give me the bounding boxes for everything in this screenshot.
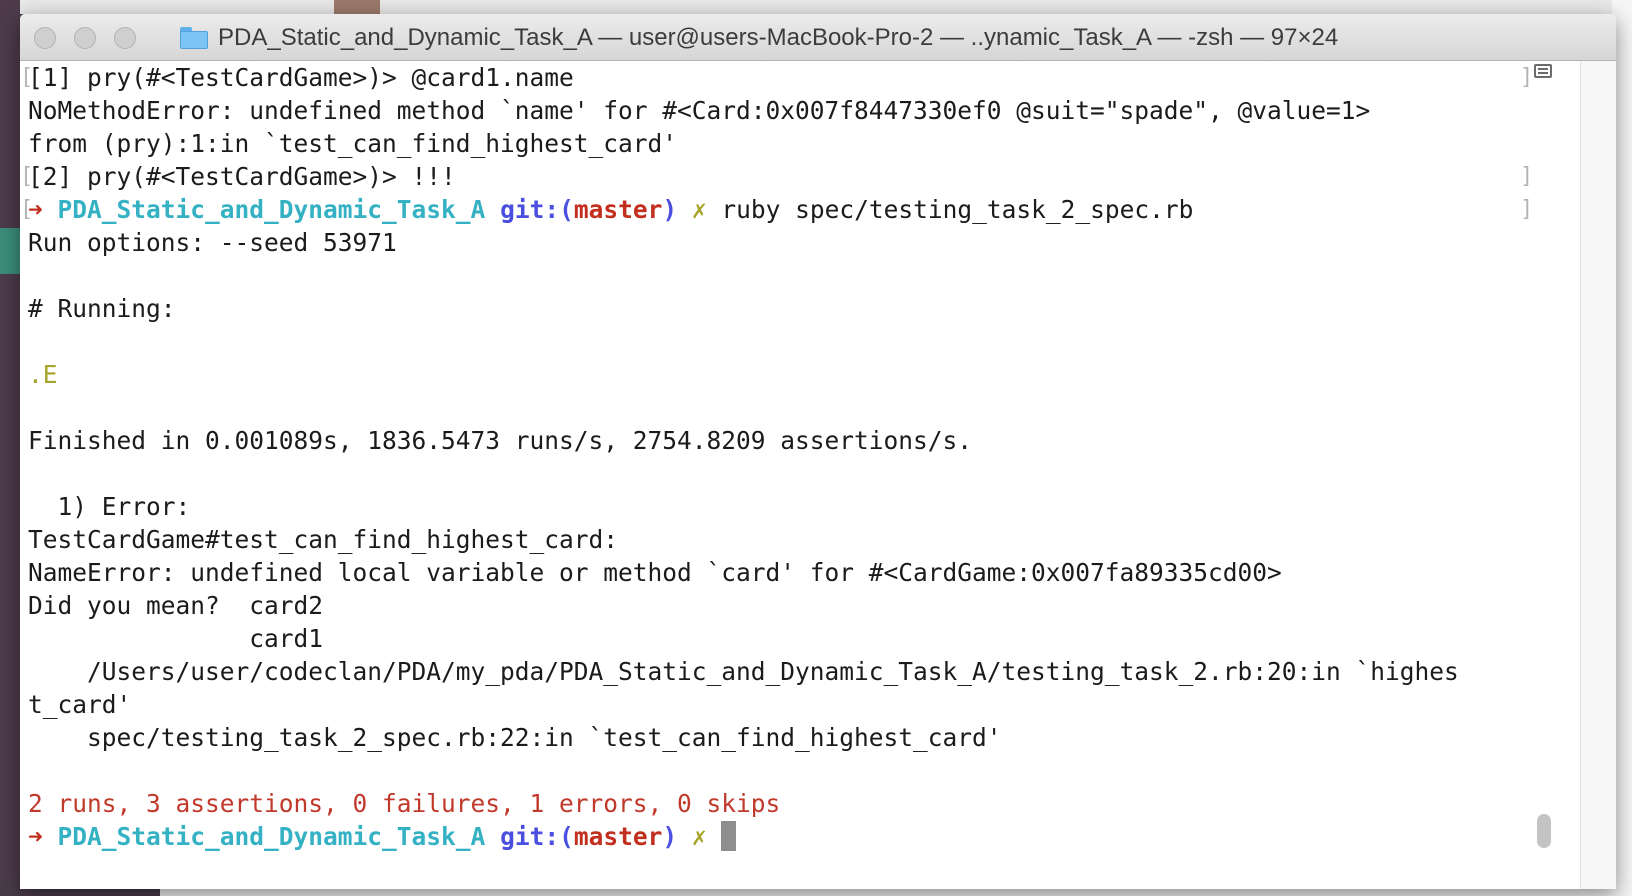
window-title-group: PDA_Static_and_Dynamic_Task_A — user@use…	[180, 23, 1338, 53]
terminal-line: Finished in 0.001089s, 1836.5473 runs/s,…	[28, 426, 973, 455]
background-desktop-strip	[0, 0, 1632, 14]
prompt-branch: master	[573, 195, 663, 224]
scrollback-mark-close: ]	[1520, 65, 1534, 90]
background-app-highlight	[0, 228, 20, 274]
terminal-line: card1	[28, 624, 324, 653]
terminal-line: NameError: undefined local variable or m…	[28, 558, 1282, 587]
active-prompt-line[interactable]: ➜ PDA_Static_and_Dynamic_Task_A git:(mas…	[28, 820, 737, 853]
minimize-window-button[interactable]	[74, 27, 96, 49]
prompt-line: ➜ PDA_Static_and_Dynamic_Task_A git:(mas…	[28, 193, 1193, 226]
title-bar[interactable]: PDA_Static_and_Dynamic_Task_A — user@use…	[20, 14, 1616, 61]
folder-icon	[180, 27, 208, 49]
test-pass-dot: .	[28, 360, 43, 389]
prompt-command: ruby spec/testing_task_2_spec.rb	[721, 195, 1194, 224]
prompt-git-close: )	[662, 195, 678, 224]
zoom-window-button[interactable]	[114, 27, 136, 49]
terminal-line: [1] pry(#<TestCardGame>)> @card1.name	[28, 63, 574, 92]
scrollback-mark-close: ]	[1520, 164, 1534, 189]
terminal-line: /Users/user/codeclan/PDA/my_pda/PDA_Stat…	[28, 657, 1459, 686]
text-cursor[interactable]	[721, 821, 737, 851]
scrollbar-track[interactable]	[1580, 61, 1616, 889]
terminal-line: # Running:	[28, 294, 176, 323]
dirty-status-icon: ✗	[691, 822, 707, 851]
terminal-window: PDA_Static_and_Dynamic_Task_A — user@use…	[20, 14, 1616, 889]
terminal-line: Run options: --seed 53971	[28, 228, 397, 257]
test-summary-line: 2 runs, 3 assertions, 0 failures, 1 erro…	[28, 789, 781, 818]
terminal-line: t_card'	[28, 690, 132, 719]
close-window-button[interactable]	[34, 27, 56, 49]
terminal-line: NoMethodError: undefined method `name' f…	[28, 96, 1371, 125]
terminal-line: from (pry):1:in `test_can_find_highest_c…	[28, 129, 678, 158]
terminal-line: Did you mean? card2	[28, 591, 324, 620]
background-avatar-image	[334, 0, 380, 14]
prompt-directory: PDA_Static_and_Dynamic_Task_A	[57, 822, 486, 851]
background-app-sidebar	[0, 0, 20, 896]
scrollbar-thumb[interactable]	[1537, 814, 1551, 848]
prompt-directory: PDA_Static_and_Dynamic_Task_A	[57, 195, 486, 224]
prompt-git-close: )	[662, 822, 678, 851]
split-pane-menu-icon[interactable]	[1534, 64, 1552, 78]
prompt-branch: master	[573, 822, 663, 851]
window-title: PDA_Static_and_Dynamic_Task_A — user@use…	[218, 24, 1339, 51]
terminal-line: TestCardGame#test_can_find_highest_card:	[28, 525, 619, 554]
prompt-arrow-icon: ➜	[28, 195, 43, 224]
scrollback-mark-close: ]	[1520, 197, 1534, 222]
test-error-mark: E	[42, 360, 58, 389]
test-progress-line: .E	[28, 358, 58, 391]
terminal-line: spec/testing_task_2_spec.rb:22:in `test_…	[28, 723, 1002, 752]
prompt-git-label: git:(	[500, 822, 574, 851]
terminal-line: 1) Error:	[28, 492, 191, 521]
dirty-status-icon: ✗	[691, 195, 707, 224]
terminal-line: [2] pry(#<TestCardGame>)> !!!	[28, 162, 456, 191]
terminal-output[interactable]: [ ] [1] pry(#<TestCardGame>)> @card1.nam…	[20, 61, 1580, 889]
prompt-arrow-icon: ➜	[28, 822, 43, 851]
prompt-git-label: git:(	[500, 195, 574, 224]
